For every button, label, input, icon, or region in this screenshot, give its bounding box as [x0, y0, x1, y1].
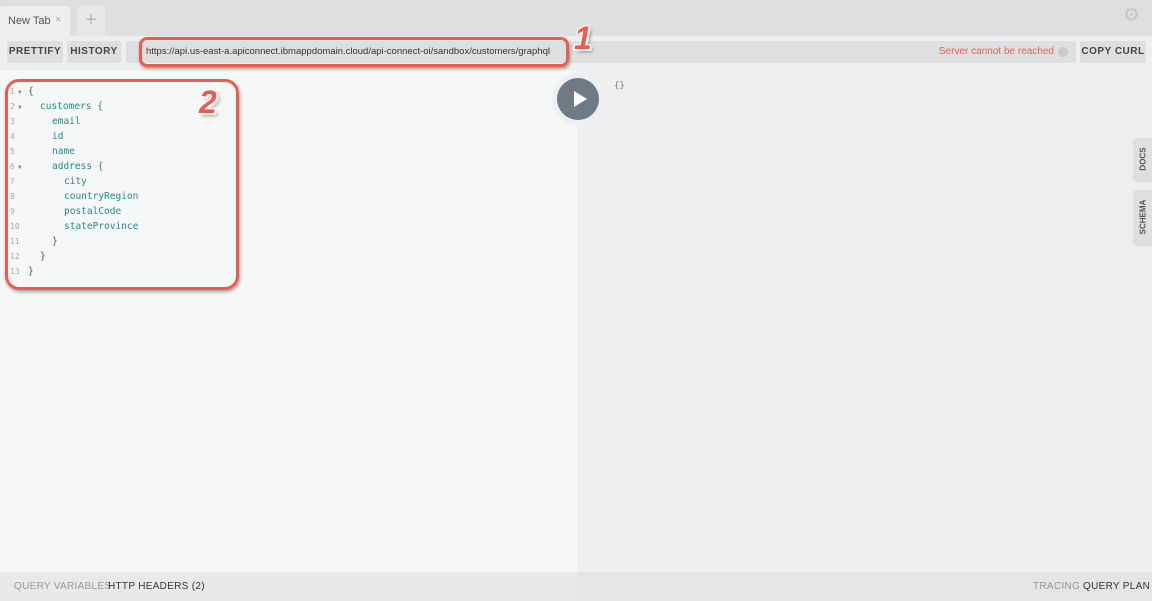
- prettify-button[interactable]: PRETTIFY: [7, 41, 63, 63]
- tracing-tab[interactable]: TRACING: [1033, 581, 1080, 592]
- http-headers-tab[interactable]: HTTP HEADERS (2): [108, 581, 205, 592]
- tab-label: New Tab: [8, 15, 51, 27]
- annotation-box-1: [139, 37, 569, 67]
- schema-label: SCHEMA: [1138, 199, 1148, 235]
- docs-label: DOCS: [1138, 147, 1148, 171]
- tab-new-tab[interactable]: New Tab ×: [0, 6, 70, 36]
- history-button[interactable]: HISTORY: [67, 41, 121, 63]
- server-status: Server cannot be reached: [938, 46, 1054, 57]
- annotation-number-2: 2: [199, 84, 217, 120]
- result-json: {}: [614, 81, 625, 91]
- query-plan-tab[interactable]: QUERY PLAN: [1083, 581, 1150, 592]
- annotation-number-1: 1: [574, 20, 592, 56]
- bottom-bar: QUERY VARIABLES HTTP HEADERS (2) TRACING…: [0, 572, 1152, 601]
- add-tab-button[interactable]: +: [77, 6, 105, 36]
- close-icon[interactable]: ×: [55, 14, 61, 26]
- docs-tab[interactable]: DOCS: [1134, 138, 1152, 180]
- status-indicator-icon: [1058, 47, 1068, 57]
- copy-curl-button[interactable]: COPY CURL: [1080, 41, 1146, 63]
- run-query-button[interactable]: [557, 78, 599, 120]
- gear-icon[interactable]: ⚙: [1123, 6, 1141, 25]
- schema-tab[interactable]: SCHEMA: [1134, 190, 1152, 244]
- result-pane: [577, 70, 1152, 572]
- query-variables-tab[interactable]: QUERY VARIABLES: [14, 581, 111, 592]
